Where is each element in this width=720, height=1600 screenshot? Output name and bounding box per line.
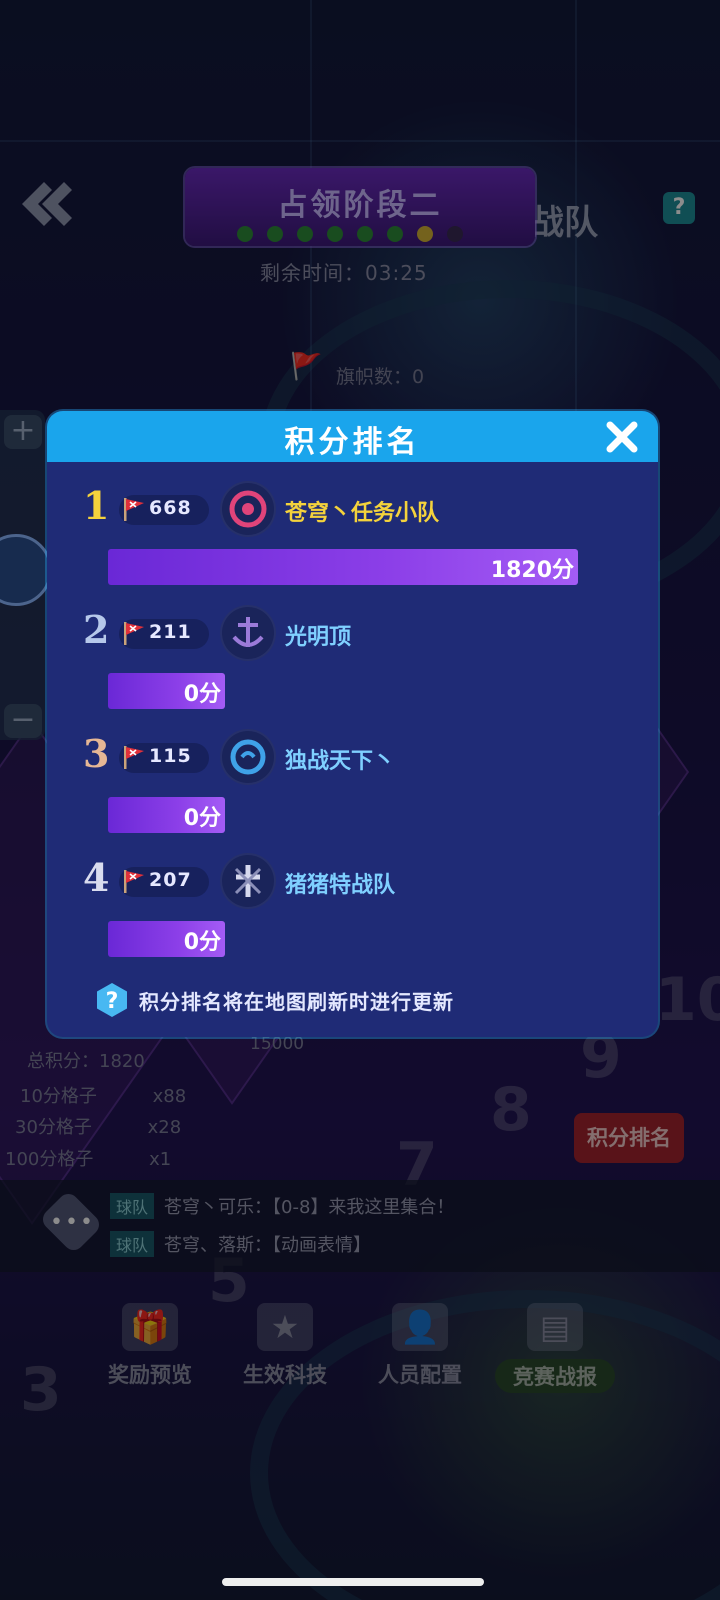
rank-number: 3 — [83, 731, 110, 776]
close-icon[interactable] — [604, 419, 640, 455]
flag-icon — [124, 622, 144, 645]
ranking-row: 2 211 光明顶 — [47, 607, 658, 667]
svg-text:?: ? — [106, 989, 119, 1014]
flag-count: 211 — [149, 621, 192, 643]
flag-icon — [124, 870, 144, 893]
score-value: 0分 — [183, 930, 221, 955]
score-ranking-modal: 积分排名 1 668 苍穹丶任务小队 1820分 2 211 光明顶 0分 3 … — [47, 411, 658, 1037]
flag-count: 668 — [149, 497, 192, 519]
ranking-note: 积分排名将在地图刷新时进行更新 — [139, 990, 454, 1014]
ranking-row: 1 668 苍穹丶任务小队 — [47, 483, 658, 543]
help-icon: ? — [97, 983, 127, 1017]
score-bar: 0分 — [108, 673, 225, 709]
modal-header: 积分排名 — [47, 411, 658, 462]
score-bar: 0分 — [108, 921, 225, 957]
score-bar: 0分 — [108, 797, 225, 833]
score-value: 0分 — [183, 806, 221, 831]
score-value: 0分 — [183, 682, 221, 707]
team-name: 猪猪特战队 — [285, 873, 396, 898]
rank-number: 1 — [83, 483, 110, 528]
ranking-row: 3 115 独战天下丶 — [47, 731, 658, 791]
score-value: 1820分 — [490, 558, 574, 583]
rank-number: 2 — [83, 607, 110, 652]
ranking-row: 4 207 猪猪特战队 — [47, 855, 658, 915]
team-emblem-icon — [222, 483, 274, 535]
modal-title: 积分排名 — [284, 425, 421, 460]
team-emblem-icon — [222, 607, 274, 659]
team-name: 光明顶 — [285, 625, 352, 650]
flag-icon — [124, 746, 144, 769]
home-indicator[interactable] — [222, 1578, 484, 1586]
flag-count: 115 — [149, 745, 192, 767]
team-emblem-icon — [222, 855, 274, 907]
team-name: 苍穹丶任务小队 — [285, 501, 440, 526]
flag-icon — [124, 498, 144, 521]
score-bar: 1820分 — [108, 549, 578, 585]
team-name: 独战天下丶 — [285, 749, 396, 774]
team-emblem-icon — [222, 731, 274, 783]
rank-number: 4 — [83, 855, 110, 900]
flag-count: 207 — [149, 869, 192, 891]
